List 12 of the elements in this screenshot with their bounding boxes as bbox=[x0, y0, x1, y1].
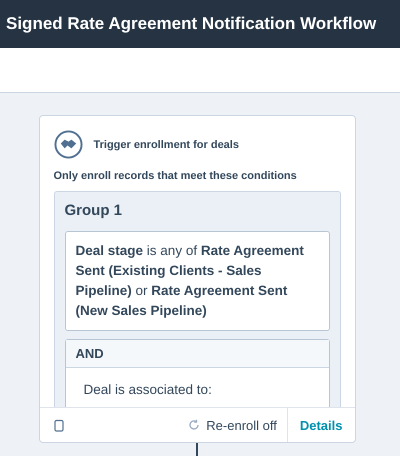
conditions-label: Only enroll records that meet these conditions bbox=[54, 170, 298, 182]
refresh-icon bbox=[188, 419, 200, 431]
trigger-title: Trigger enrollment for deals bbox=[94, 138, 239, 150]
workflow-title: Signed Rate Agreement Notification Workflow bbox=[6, 14, 376, 34]
reenroll-button[interactable]: Re-enroll off bbox=[182, 416, 287, 434]
details-button[interactable]: Details bbox=[286, 408, 354, 442]
trigger-card[interactable] bbox=[38, 115, 356, 443]
and-label: AND bbox=[66, 340, 328, 368]
clipboard-icon[interactable] bbox=[54, 418, 64, 432]
association-condition[interactable]: Deal is associated to: bbox=[84, 382, 212, 397]
group-title: Group 1 bbox=[64, 202, 124, 219]
filter-condition[interactable]: Deal stage is any of Rate Agreement Sent (Existing Clients - Sales Pipeline) or Rate Agreement Sent (New Sales Pipeline) bbox=[64, 231, 330, 331]
